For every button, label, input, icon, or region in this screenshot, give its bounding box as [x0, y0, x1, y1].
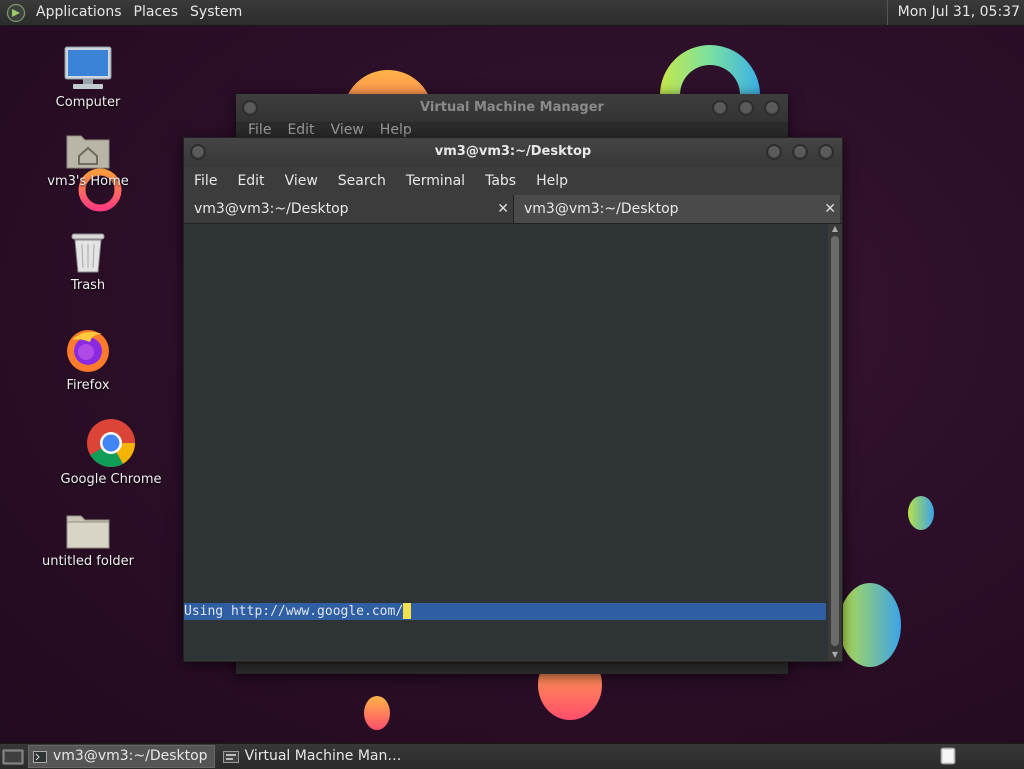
chrome-icon: [87, 419, 136, 468]
selected-output-line: Using http://www.google.com/: [184, 603, 826, 620]
bottom-panel: vm3@vm3:~/Desktop Virtual Machine Man…: [0, 743, 1024, 769]
vmm-maximize-button[interactable]: [738, 100, 754, 116]
vmm-window-menu-button[interactable]: [242, 100, 258, 116]
taskbar-item-label: Virtual Machine Man…: [244, 748, 402, 764]
vmm-menu-file[interactable]: File: [240, 122, 279, 138]
desktop-icon-label: vm3's Home: [47, 174, 129, 189]
taskbar-item-vmm[interactable]: Virtual Machine Man…: [219, 746, 408, 767]
menu-search[interactable]: Search: [328, 173, 396, 189]
places-menu[interactable]: Places: [128, 0, 185, 25]
tab-label: vm3@vm3:~/Desktop: [194, 201, 349, 217]
menu-edit[interactable]: Edit: [227, 173, 274, 189]
tab-label: vm3@vm3:~/Desktop: [524, 201, 679, 217]
text-cursor: [403, 603, 412, 619]
scrollbar-thumb[interactable]: [831, 236, 839, 646]
vmm-menu-view[interactable]: View: [323, 122, 372, 138]
vmm-close-button[interactable]: [764, 100, 780, 116]
output-text: Using http://www.google.com/: [184, 604, 404, 619]
scroll-down-icon[interactable]: ▼: [828, 650, 842, 660]
show-desktop-icon[interactable]: [2, 748, 24, 766]
menu-tabs[interactable]: Tabs: [475, 173, 526, 189]
terminal-scrollbar[interactable]: ▲ ▼: [828, 224, 842, 660]
terminal-tab-1[interactable]: vm3@vm3:~/Desktop ✕: [184, 195, 514, 223]
menu-terminal[interactable]: Terminal: [396, 173, 475, 189]
desktop-icon-firefox[interactable]: Firefox: [33, 326, 143, 393]
terminal-menubar: File Edit View Search Terminal Tabs Help: [184, 166, 842, 195]
terminal-window-menu-button[interactable]: [190, 144, 206, 160]
close-tab-icon[interactable]: ✕: [497, 195, 509, 223]
vmm-icon: [222, 750, 239, 763]
folder-icon: [66, 515, 110, 549]
vmm-menubar: File Edit View Help: [236, 122, 788, 138]
close-tab-icon[interactable]: ✕: [824, 195, 836, 223]
terminal-tabbar: vm3@vm3:~/Desktop ✕ vm3@vm3:~/Desktop ✕: [184, 195, 842, 224]
vmm-minimize-button[interactable]: [712, 100, 728, 116]
desktop-icon-computer[interactable]: Computer: [33, 45, 143, 110]
menu-view[interactable]: View: [275, 173, 328, 189]
home-folder-icon: [66, 135, 110, 169]
scroll-up-icon[interactable]: ▲: [828, 224, 842, 234]
terminal-close-button[interactable]: [818, 144, 834, 160]
terminal-output[interactable]: Using http://www.google.com/ ▲ ▼: [184, 224, 842, 660]
terminal-maximize-button[interactable]: [792, 144, 808, 160]
system-menu[interactable]: System: [184, 0, 248, 25]
terminal-window[interactable]: vm3@vm3:~/Desktop File Edit View Search …: [183, 137, 843, 662]
desktop-icon-label: Computer: [55, 95, 121, 110]
vmm-menu-edit[interactable]: Edit: [279, 122, 322, 138]
computer-icon: [64, 46, 112, 89]
desktop-icon-label: untitled folder: [41, 554, 134, 569]
terminal-window-title: vm3@vm3:~/Desktop: [434, 144, 592, 159]
terminal-minimize-button[interactable]: [766, 144, 782, 160]
terminal-titlebar[interactable]: vm3@vm3:~/Desktop: [184, 138, 842, 166]
firefox-icon: [67, 330, 109, 372]
taskbar-item-terminal[interactable]: vm3@vm3:~/Desktop: [28, 745, 215, 768]
trash-icon: [71, 233, 105, 273]
desktop-icon-chrome[interactable]: Google Chrome: [56, 418, 166, 487]
terminal-tab-2[interactable]: vm3@vm3:~/Desktop ✕: [514, 195, 840, 223]
terminal-icon: [33, 750, 47, 763]
taskbar-item-label: vm3@vm3:~/Desktop: [53, 748, 208, 764]
desktop-icon-trash[interactable]: Trash: [33, 228, 143, 293]
top-panel: Applications Places System Mon Jul 31, 0…: [0, 0, 1024, 26]
mate-logo-icon[interactable]: [6, 3, 26, 23]
desktop-icon-home[interactable]: vm3's Home: [33, 130, 143, 189]
applications-menu[interactable]: Applications: [30, 0, 128, 25]
desktop-icon-untitled-folder[interactable]: untitled folder: [33, 510, 143, 569]
clock[interactable]: Mon Jul 31, 05:37: [886, 0, 1024, 25]
menu-file[interactable]: File: [184, 173, 227, 189]
workspace-switcher-icon[interactable]: [940, 747, 956, 765]
vmm-menu-help[interactable]: Help: [372, 122, 420, 138]
desktop-icon-label: Trash: [70, 278, 106, 293]
desktop-icon-label: Google Chrome: [60, 472, 162, 487]
desktop-icon-label: Firefox: [66, 378, 110, 393]
vmm-window-title: Virtual Machine Manager: [420, 100, 604, 115]
menu-help[interactable]: Help: [526, 173, 578, 189]
vmm-titlebar[interactable]: Virtual Machine Manager: [236, 94, 788, 122]
